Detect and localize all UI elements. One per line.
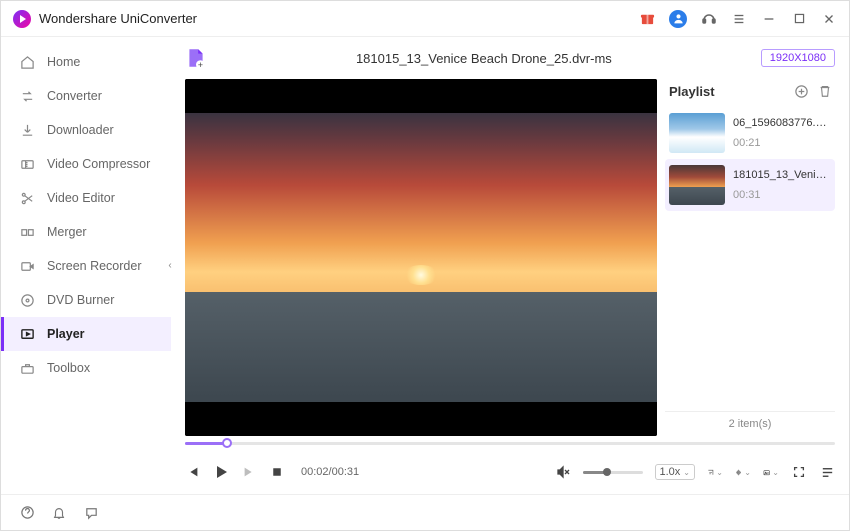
audio-track-button[interactable]: ⌄: [735, 464, 751, 480]
current-video-title: 181015_13_Venice Beach Drone_25.dvr-ms: [219, 51, 749, 66]
playlist-item-name: 181015_13_Venic...: [733, 169, 828, 181]
sidebar-item-downloader[interactable]: Downloader: [1, 113, 171, 147]
playlist-title: Playlist: [669, 84, 785, 99]
scissors-icon: [19, 190, 35, 206]
sidebar-item-home[interactable]: Home: [1, 45, 171, 79]
playlist-item-duration: 00:31: [733, 189, 828, 201]
bottom-bar: [1, 494, 849, 530]
feedback-icon[interactable]: [83, 505, 99, 521]
merge-icon: [19, 224, 35, 240]
maximize-button[interactable]: [791, 11, 807, 27]
sidebar-item-label: DVD Burner: [47, 293, 114, 307]
progress-bar[interactable]: [171, 436, 849, 450]
menu-icon[interactable]: [731, 11, 747, 27]
playlist-toggle-button[interactable]: [819, 464, 835, 480]
download-icon: [19, 122, 35, 138]
sidebar-item-label: Video Editor: [47, 191, 115, 205]
record-icon: [19, 258, 35, 274]
app-logo-icon: [13, 10, 31, 28]
letterbox-bottom: [185, 402, 657, 436]
add-file-button[interactable]: +: [185, 47, 207, 69]
playlist-add-icon[interactable]: [793, 83, 809, 99]
playlist-item-name: 06_1596083776.d...: [733, 117, 828, 129]
help-icon[interactable]: [19, 505, 35, 521]
sidebar-item-label: Screen Recorder: [47, 259, 142, 273]
notification-icon[interactable]: [51, 505, 67, 521]
app-window: Wondershare UniConverter: [0, 0, 850, 531]
close-button[interactable]: [821, 11, 837, 27]
progress-fill: [185, 442, 227, 445]
sidebar-item-converter[interactable]: Converter: [1, 79, 171, 113]
converter-icon: [19, 88, 35, 104]
disc-icon: [19, 292, 35, 308]
titlebar: Wondershare UniConverter: [1, 1, 849, 37]
subtitle-button[interactable]: ⌄: [707, 464, 723, 480]
main-panel: ‹ + 181015_13_Venice Beach Drone_25.dvr-…: [171, 37, 849, 494]
player-controls: 00:02/00:31 1.0x⌄ ⌄ ⌄ ⌄: [171, 450, 849, 494]
content-area: Home Converter Downloader Video Compress…: [1, 37, 849, 494]
time-display: 00:02/00:31: [301, 466, 359, 478]
player-icon: [19, 326, 35, 342]
playlist-item[interactable]: 181015_13_Venic... 00:31: [665, 159, 835, 211]
sidebar-item-compressor[interactable]: Video Compressor: [1, 147, 171, 181]
support-headset-icon[interactable]: [701, 11, 717, 27]
compress-icon: [19, 156, 35, 172]
sidebar-item-dvd[interactable]: DVD Burner: [1, 283, 171, 317]
speed-button[interactable]: 1.0x⌄: [655, 464, 696, 480]
svg-text:+: +: [198, 60, 203, 69]
sidebar-item-label: Toolbox: [47, 361, 90, 375]
sidebar-item-toolbox[interactable]: Toolbox: [1, 351, 171, 385]
playlist-delete-icon[interactable]: [817, 83, 833, 99]
sidebar-item-label: Converter: [47, 89, 102, 103]
toolbox-icon: [19, 360, 35, 376]
video-canvas[interactable]: [185, 79, 657, 436]
video-frame: [185, 113, 657, 402]
sidebar-item-merger[interactable]: Merger: [1, 215, 171, 249]
playlist-thumbnail: [669, 165, 725, 205]
gift-icon[interactable]: [639, 11, 655, 27]
stop-button[interactable]: [269, 464, 285, 480]
playlist-panel: Playlist 06_1596083776.d... 00:21: [665, 79, 835, 436]
sidebar-item-player[interactable]: Player: [1, 317, 171, 351]
fullscreen-button[interactable]: [791, 464, 807, 480]
sidebar-item-label: Merger: [47, 225, 87, 239]
minimize-button[interactable]: [761, 11, 777, 27]
playlist-item-duration: 00:21: [733, 137, 828, 149]
home-icon: [19, 54, 35, 70]
sidebar-item-editor[interactable]: Video Editor: [1, 181, 171, 215]
previous-button[interactable]: [185, 464, 201, 480]
sidebar-item-label: Player: [47, 327, 85, 341]
next-button[interactable]: [241, 464, 257, 480]
snapshot-button[interactable]: ⌄: [763, 464, 779, 480]
sidebar: Home Converter Downloader Video Compress…: [1, 37, 171, 494]
volume-slider[interactable]: [583, 471, 643, 474]
sidebar-item-recorder[interactable]: Screen Recorder: [1, 249, 171, 283]
sidebar-item-label: Downloader: [47, 123, 114, 137]
playlist-thumbnail: [669, 113, 725, 153]
sidebar-item-label: Home: [47, 55, 80, 69]
collapse-sidebar-handle[interactable]: ‹: [163, 246, 177, 286]
playlist-item[interactable]: 06_1596083776.d... 00:21: [665, 107, 835, 159]
play-button[interactable]: [213, 464, 229, 480]
app-title: Wondershare UniConverter: [39, 11, 197, 26]
letterbox-top: [185, 79, 657, 113]
resolution-button[interactable]: 1920X1080: [761, 49, 835, 67]
progress-thumb[interactable]: [222, 438, 232, 448]
mute-button[interactable]: [555, 464, 571, 480]
playlist-count: 2 item(s): [665, 411, 835, 436]
account-icon[interactable]: [669, 10, 687, 28]
sidebar-item-label: Video Compressor: [47, 157, 150, 171]
